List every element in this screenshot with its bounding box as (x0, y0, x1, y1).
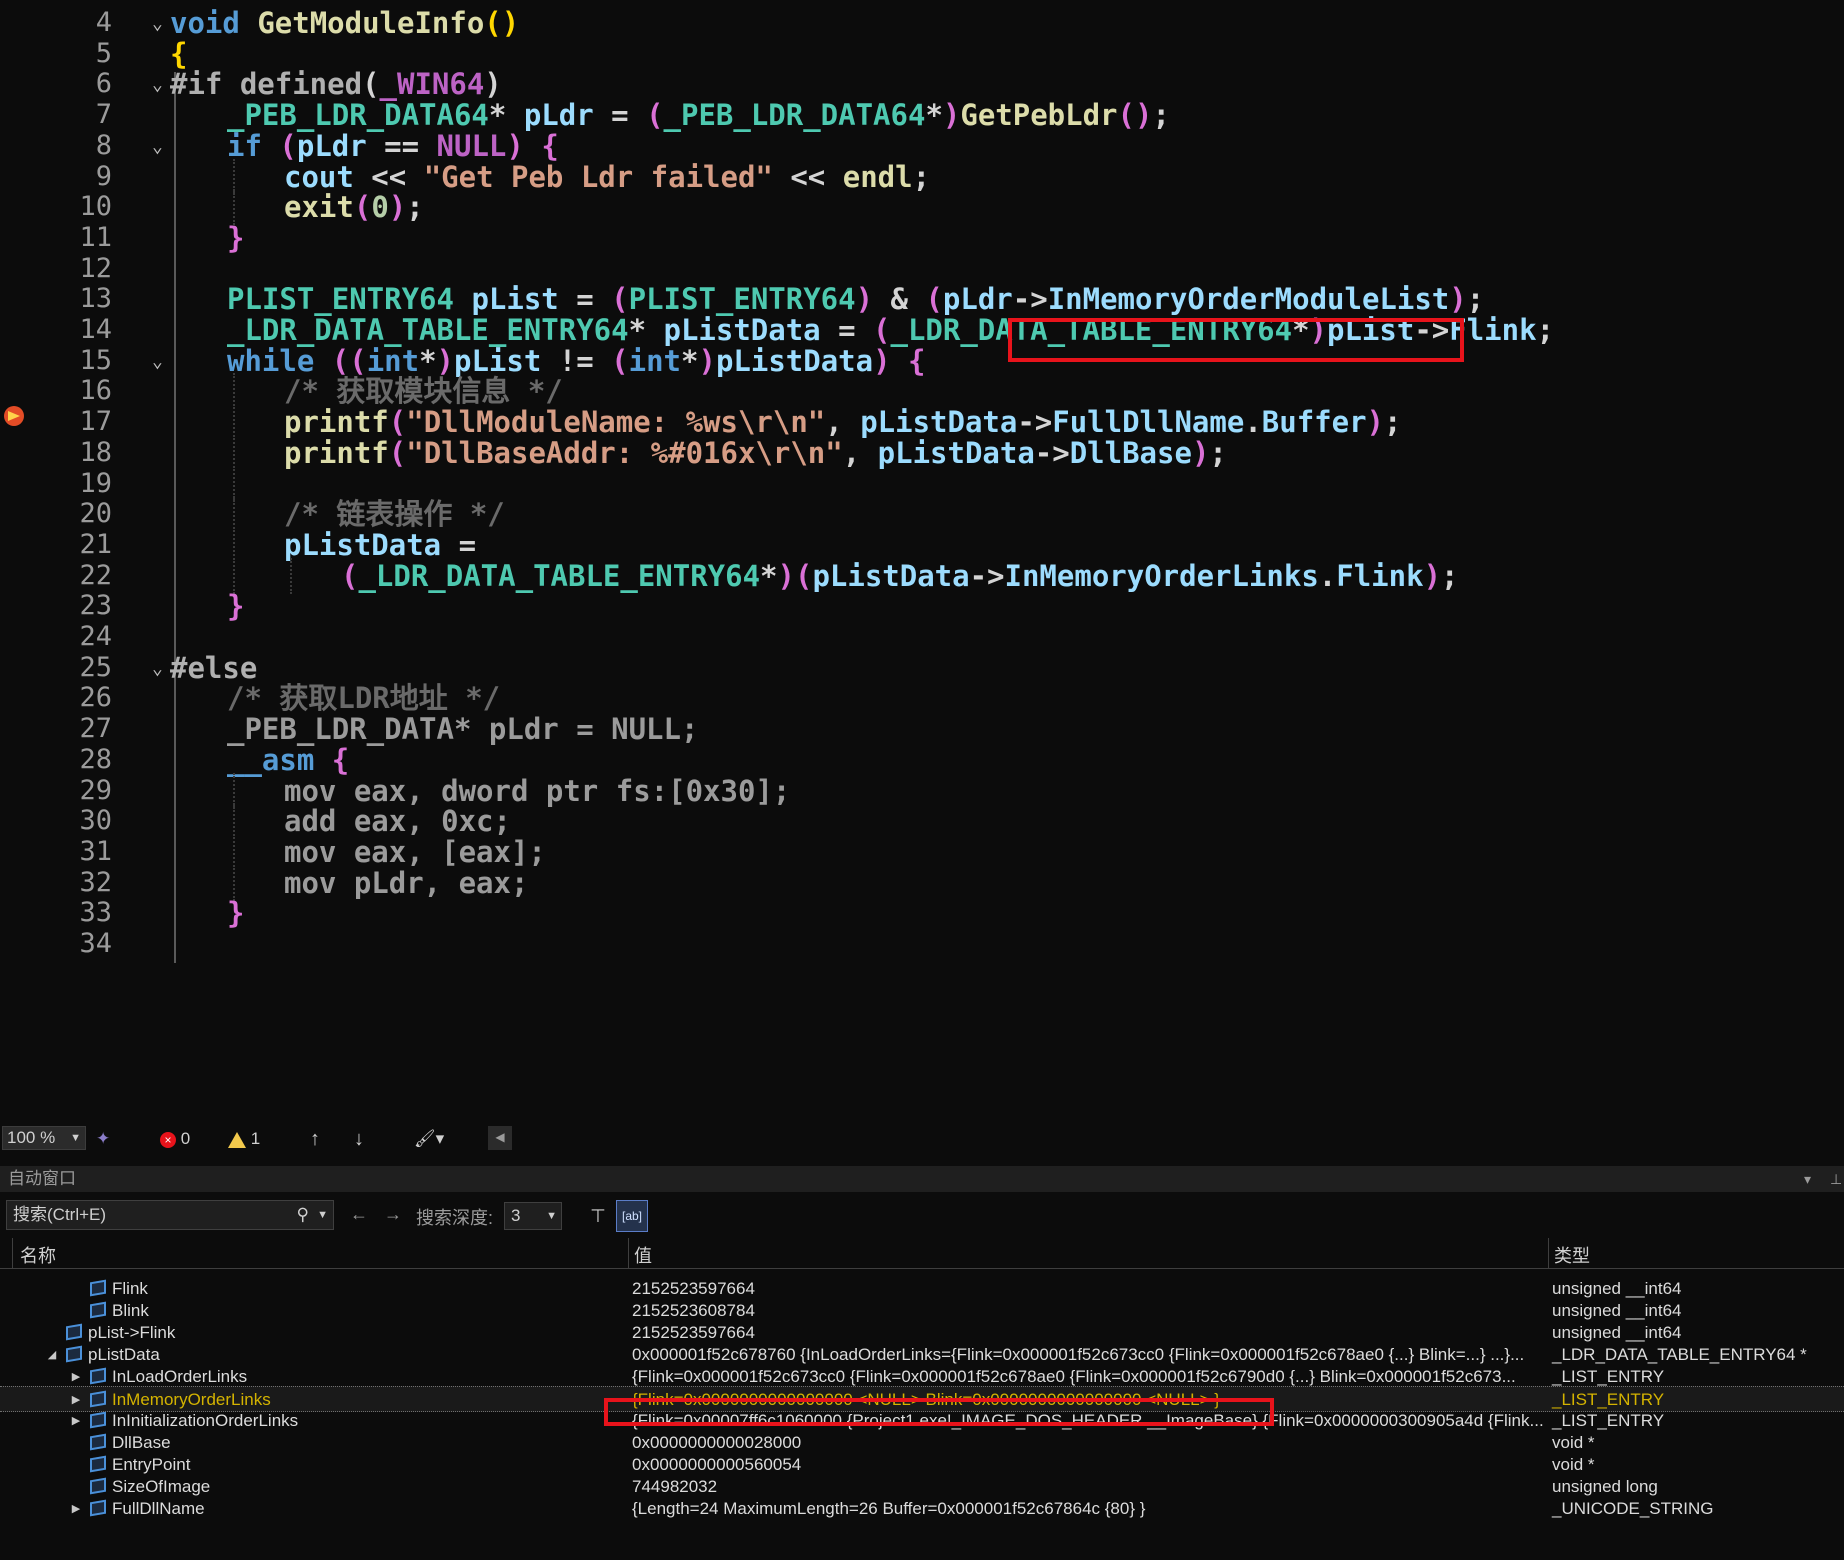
fold-toggle-icon[interactable]: ⌄ (152, 76, 163, 94)
scroll-left-button[interactable]: ◀ (488, 1126, 512, 1150)
variable-icon (90, 1367, 106, 1385)
error-count[interactable]: × 0 (160, 1128, 190, 1150)
column-divider[interactable] (12, 1238, 13, 1268)
variable-type: _UNICODE_STRING (1552, 1499, 1714, 1518)
chevron-down-icon: ▼ (70, 1132, 81, 1144)
autos-window: 自动窗口 ▾ ⊥ 搜索(Ctrl+E) ⚲ ▼ ← → 搜索深度: 3 ▼ ⊤ [… (0, 1166, 1844, 1560)
warning-count[interactable]: 1 (228, 1128, 260, 1150)
previous-issue-button[interactable]: ↑ (310, 1128, 320, 1150)
autos-title-bar: 自动窗口 ▾ ⊥ (0, 1166, 1844, 1192)
editor-status-bar: 100 % ▼ ✦ × 0 1 ↑ ↓ 🖌▾ ◀ (0, 1122, 1844, 1156)
fold-toggle-icon[interactable]: ⌄ (152, 137, 163, 156)
search-input[interactable]: 搜索(Ctrl+E) ⚲ ▼ (6, 1200, 334, 1230)
window-menu-icon[interactable]: ▾ (1804, 1166, 1811, 1192)
autos-title: 自动窗口 (8, 1169, 76, 1188)
highlight-box-member (1008, 318, 1464, 362)
forward-button[interactable]: → (384, 1204, 402, 1225)
autos-toolbar: 搜索(Ctrl+E) ⚲ ▼ ← → 搜索深度: 3 ▼ ⊤ [ab] (0, 1196, 1844, 1236)
variable-icon (66, 1323, 82, 1341)
error-icon: × (160, 1131, 176, 1148)
variable-icon (90, 1455, 106, 1473)
column-header-value[interactable]: 值 (634, 1242, 652, 1268)
highlight-box-row (604, 1398, 1274, 1426)
variable-icon (90, 1411, 106, 1429)
search-icon[interactable]: ⚲ (297, 1201, 309, 1229)
code-cleanup-icon[interactable]: 🖌▾ (414, 1128, 444, 1150)
hex-display-button[interactable]: [ab] (616, 1200, 648, 1232)
search-depth-dropdown[interactable]: 3 ▼ (504, 1202, 562, 1230)
variable-icon (90, 1499, 106, 1517)
current-statement-arrow-icon[interactable] (4, 406, 24, 426)
variable-icon (66, 1345, 82, 1363)
column-header-name[interactable]: 名称 (20, 1242, 56, 1268)
fold-toggle-icon[interactable]: ⌄ (152, 15, 163, 33)
chevron-down-icon[interactable]: ▼ (317, 1201, 328, 1229)
chevron-down-icon: ▼ (546, 1210, 557, 1222)
line-number: 34 (79, 928, 112, 959)
fold-toggle-icon[interactable]: ⌄ (152, 659, 163, 678)
column-divider[interactable] (628, 1238, 629, 1268)
zoom-dropdown[interactable]: 100 % ▼ (2, 1126, 86, 1150)
search-placeholder: 搜索(Ctrl+E) (13, 1205, 107, 1224)
grid-header: 名称 值 类型 (0, 1238, 1844, 1269)
fold-toggle-icon[interactable]: ⌄ (152, 352, 163, 371)
search-depth-label: 搜索深度: (416, 1208, 494, 1228)
expand-toggle-icon[interactable]: ▶ (70, 1496, 82, 1522)
code-editor[interactable]: 4 ⌄ void GetModuleInfo() 5{6 ⌄ #if defined(_W… (0, 0, 1844, 1122)
watch-row[interactable]: ▶ FullDllName {Length=24 MaximumLength=26 … (0, 1496, 1844, 1522)
next-issue-button[interactable]: ↓ (354, 1128, 364, 1150)
column-divider[interactable] (1548, 1238, 1549, 1268)
variable-name: FullDllName (112, 1499, 205, 1518)
pin-icon[interactable]: ⊥ (1830, 1166, 1842, 1192)
variable-icon (90, 1279, 106, 1297)
variable-icon (90, 1433, 106, 1451)
variable-icon (90, 1301, 106, 1319)
back-button[interactable]: ← (350, 1204, 368, 1225)
variable-icon (90, 1390, 106, 1408)
pin-button[interactable]: ⊤ (584, 1202, 612, 1230)
code-line[interactable]: 34 (0, 926, 1844, 962)
intellicode-icon[interactable]: ✦ (96, 1128, 110, 1150)
column-header-type[interactable]: 类型 (1554, 1242, 1590, 1268)
zoom-value: 100 % (7, 1128, 56, 1147)
warning-icon (228, 1131, 246, 1148)
variable-value[interactable]: {Length=24 MaximumLength=26 Buffer=0x000… (632, 1496, 1550, 1522)
variable-icon (90, 1477, 106, 1495)
